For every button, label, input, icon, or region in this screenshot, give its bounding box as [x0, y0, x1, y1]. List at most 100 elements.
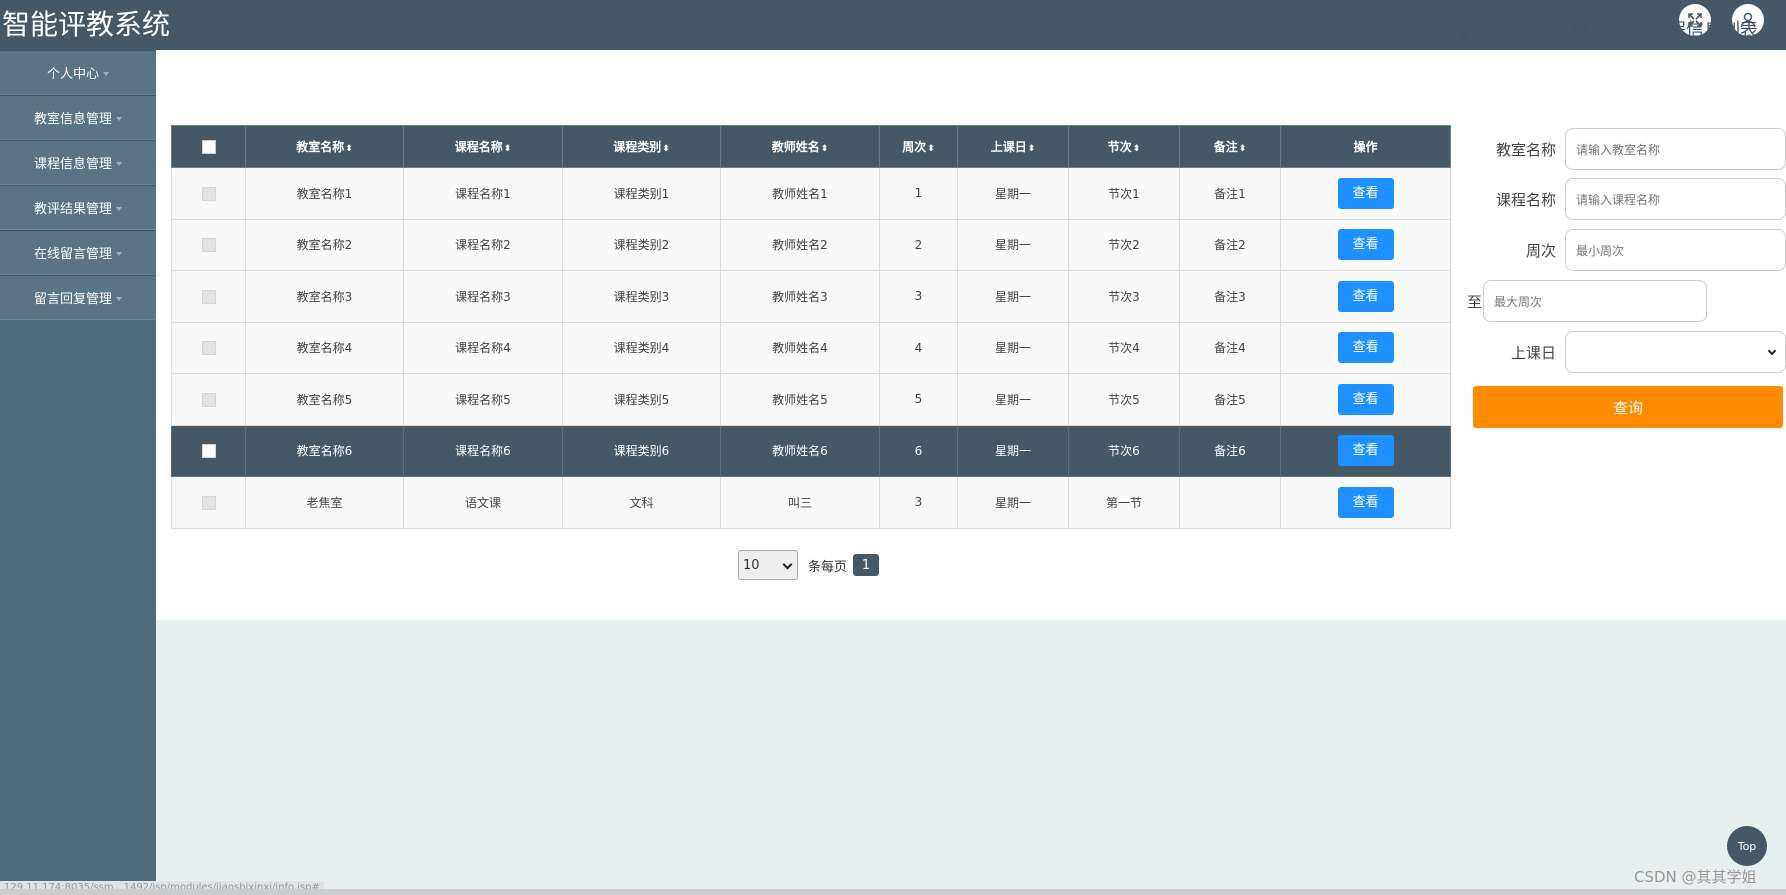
cell-category: 课程类别5 — [562, 373, 721, 426]
sidebar-item-course-info[interactable]: 课程信息管理 — [0, 140, 156, 185]
cell-category: 课程类别6 — [562, 424, 721, 477]
sidebar: 个人中心 教室信息管理 课程信息管理 教评结果管理 在线留言管理 留言回复管理 — [0, 50, 156, 895]
cell-day: 星期一 — [957, 321, 1069, 374]
table-row: 教室名称4 课程名称4 课程类别4 教师姓名4 4 星期一 节次4 备注4 查看 — [171, 321, 1451, 374]
row-checkbox[interactable] — [201, 341, 216, 355]
breadcrumb-separator: / — [1638, 16, 1646, 42]
cell-period: 节次2 — [1068, 218, 1180, 271]
back-to-top-button[interactable]: Top — [1727, 826, 1767, 866]
breadcrumb-level1[interactable]: 课程信息管理 — [1503, 13, 1635, 45]
sort-icon: ⬍ — [1027, 144, 1036, 154]
caret-down-icon — [116, 116, 122, 121]
cell-category: 课程类别1 — [562, 167, 721, 220]
cell-remark: 备注1 — [1179, 167, 1281, 220]
page-size-select[interactable]: 10 — [738, 550, 798, 580]
cell-classroom: 教室名称3 — [245, 270, 404, 323]
row-checkbox[interactable] — [201, 289, 216, 304]
cell-teacher: 教师姓名2 — [720, 218, 880, 271]
cell-classroom: 教室名称6 — [245, 424, 404, 477]
column-header-remark[interactable]: 备注⬍ — [1179, 125, 1281, 168]
page-size-value: 10 — [743, 557, 760, 573]
sidebar-item-online-messages[interactable]: 在线留言管理 — [0, 230, 156, 275]
row-checkbox[interactable] — [201, 495, 216, 510]
column-header-classroom[interactable]: 教室名称⬍ — [245, 125, 404, 168]
cell-day: 星期一 — [957, 424, 1069, 477]
sidebar-item-label: 在线留言管理 — [33, 247, 112, 262]
row-checkbox[interactable] — [201, 186, 216, 201]
course-name-input[interactable]: 请输入课程名称 — [1565, 178, 1786, 220]
view-button[interactable]: 查看 — [1337, 229, 1394, 261]
horizontal-scrollbar[interactable] — [0, 889, 1786, 895]
cell-period: 节次4 — [1068, 321, 1180, 374]
sidebar-item-classroom-info[interactable]: 教室信息管理 — [0, 95, 156, 140]
column-header-teacher[interactable]: 教师姓名⬍ — [720, 125, 880, 168]
sidebar-item-message-replies[interactable]: 留言回复管理 — [0, 275, 156, 320]
week-label: 周次 — [1525, 242, 1556, 260]
cell-classroom: 教室名称4 — [245, 321, 404, 374]
caret-down-icon — [116, 161, 122, 166]
column-header-week[interactable]: 周次⬍ — [879, 125, 958, 168]
cell-remark: 备注4 — [1179, 321, 1281, 374]
sidebar-item-label: 留言回复管理 — [33, 292, 112, 307]
sort-icon: ⬍ — [662, 144, 670, 154]
cell-classroom: 教室名称5 — [245, 373, 404, 426]
cell-teacher: 教师姓名1 — [720, 167, 880, 220]
select-all-cell — [171, 125, 246, 168]
class-day-select[interactable] — [1565, 331, 1786, 373]
cell-day: 星期一 — [957, 373, 1069, 426]
sidebar-item-label: 个人中心 — [46, 67, 99, 82]
page-number-button[interactable]: 1 — [853, 554, 880, 576]
cell-course: 课程名称1 — [403, 167, 563, 220]
breadcrumb-level2: 课程信息列表 — [1650, 20, 1758, 41]
cell-classroom: 教室名称1 — [245, 167, 404, 220]
cell-period: 节次6 — [1068, 424, 1180, 477]
query-button[interactable]: 查询 — [1473, 386, 1783, 428]
caret-down-icon — [103, 71, 109, 76]
cell-category: 课程类别3 — [562, 270, 721, 323]
table-row: 老焦室 语文课 文科 叫三 3 星期一 第一节 查看 — [171, 476, 1451, 529]
row-checkbox[interactable] — [201, 444, 216, 458]
cell-course: 课程名称5 — [403, 373, 563, 426]
sidebar-item-label: 教室信息管理 — [33, 112, 112, 127]
column-header-course[interactable]: 课程名称⬍ — [403, 125, 563, 168]
view-button[interactable]: 查看 — [1337, 435, 1394, 467]
sort-icon: ⬍ — [503, 144, 512, 154]
classroom-name-input[interactable]: 请输入教室名称 — [1565, 128, 1786, 170]
sidebar-item-personal-center[interactable]: 个人中心 — [0, 50, 156, 95]
view-button[interactable]: 查看 — [1337, 177, 1394, 209]
pagination: 10 条每页 1 — [738, 550, 880, 580]
view-button[interactable]: 查看 — [1337, 332, 1394, 364]
column-header-period[interactable]: 节次⬍ — [1068, 125, 1180, 168]
cell-week: 5 — [879, 373, 958, 426]
app-title: 智能评教系统 — [2, 8, 171, 41]
view-button[interactable]: 查看 — [1337, 280, 1394, 312]
cell-classroom: 教室名称2 — [245, 218, 404, 271]
column-header-day[interactable]: 上课日⬍ — [957, 125, 1069, 168]
view-button[interactable]: 查看 — [1337, 486, 1394, 518]
row-checkbox[interactable] — [201, 238, 216, 252]
cell-day: 星期一 — [957, 476, 1069, 529]
cell-teacher: 叫三 — [720, 476, 880, 529]
per-page-label: 条每页 — [808, 559, 848, 575]
table-header-row: 教室名称⬍ 课程名称⬍ 课程类别⬍ 教师姓名⬍ 周次⬍ 上课日⬍ 节次⬍ 备注⬍… — [171, 125, 1451, 168]
week-min-input[interactable]: 最小周次 — [1565, 229, 1786, 271]
watermark: CSDN @其其学姐 — [1634, 868, 1757, 886]
home-icon[interactable] — [1447, 12, 1481, 46]
to-label: 至 — [1466, 293, 1482, 311]
cell-remark: 备注3 — [1179, 270, 1281, 323]
cell-day: 星期一 — [957, 270, 1069, 323]
week-max-input[interactable]: 最大周次 — [1483, 280, 1707, 322]
cell-week: 1 — [879, 167, 958, 220]
sidebar-item-evaluation-results[interactable]: 教评结果管理 — [0, 185, 156, 230]
cell-week: 3 — [879, 270, 958, 323]
cell-period: 节次3 — [1068, 270, 1180, 323]
caret-down-icon — [116, 251, 122, 256]
view-button[interactable]: 查看 — [1337, 383, 1394, 415]
row-checkbox[interactable] — [201, 392, 216, 407]
cell-category: 课程类别4 — [562, 321, 721, 374]
select-all-checkbox[interactable] — [201, 139, 216, 154]
cell-week: 3 — [879, 476, 958, 529]
cell-course: 课程名称6 — [403, 424, 563, 477]
column-header-category[interactable]: 课程类别⬍ — [562, 125, 721, 168]
cell-category: 文科 — [562, 476, 721, 529]
